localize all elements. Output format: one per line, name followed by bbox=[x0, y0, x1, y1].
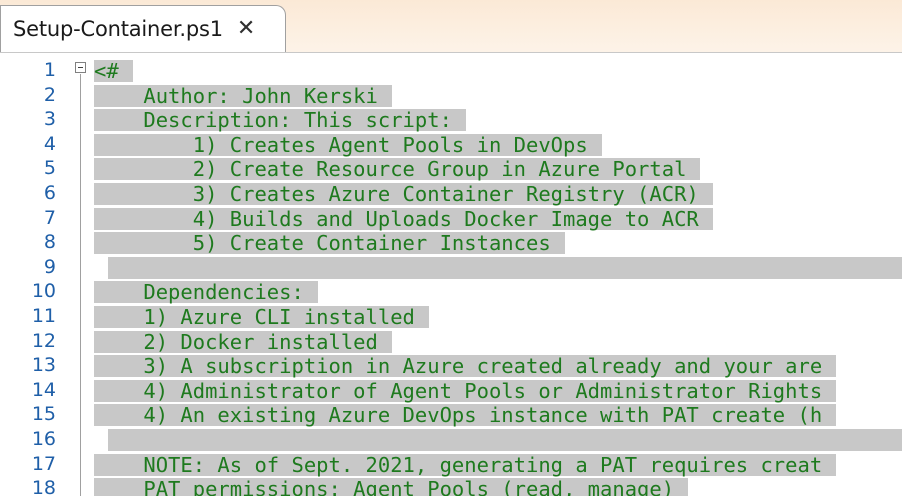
code-text: 2) Create Resource Group in Azure Portal bbox=[94, 158, 701, 181]
line-number: 15 bbox=[31, 403, 56, 426]
line-number: 6 bbox=[43, 182, 56, 204]
line-number: 11 bbox=[31, 305, 56, 327]
tab-title: Setup-Container.ps1 bbox=[13, 17, 223, 41]
code-line: 6 3) Creates Azure Container Registry (A… bbox=[0, 181, 902, 206]
line-number: 5 bbox=[43, 157, 56, 180]
code-text: Dependencies: bbox=[94, 281, 318, 304]
code-line: 14 4) Administrator of Agent Pools or Ad… bbox=[0, 378, 902, 403]
code-text bbox=[108, 256, 902, 279]
line-number: 7 bbox=[43, 206, 56, 229]
line-number: 9 bbox=[43, 255, 56, 278]
code-text: <# bbox=[94, 60, 133, 82]
code-text: 4) An existing Azure DevOps instance wit… bbox=[94, 404, 837, 427]
code-line: 11 1) Azure CLI installed bbox=[0, 304, 902, 329]
code-text: 1) Azure CLI installed bbox=[94, 306, 429, 328]
code-line: 1 <# bbox=[0, 58, 902, 83]
line-number: 1 bbox=[43, 59, 56, 81]
code-text: 4) Builds and Uploads Docker Image to AC… bbox=[94, 207, 713, 230]
code-text: NOTE: As of Sept. 2021, generating a PAT… bbox=[94, 453, 837, 476]
code-line: 7 4) Builds and Uploads Docker Image to … bbox=[0, 206, 902, 231]
code-text: Author: John Kerski bbox=[94, 84, 392, 107]
close-icon[interactable]: ✕ bbox=[237, 18, 255, 40]
code-text: 3) A subscription in Azure created alrea… bbox=[94, 355, 837, 378]
line-number: 14 bbox=[31, 378, 56, 401]
line-number: 16 bbox=[31, 428, 56, 450]
line-number: 10 bbox=[31, 280, 56, 303]
code-line: 5 2) Create Resource Group in Azure Port… bbox=[0, 156, 902, 181]
tab-setup-container[interactable]: Setup-Container.ps1 ✕ bbox=[0, 5, 286, 52]
code-text: 5) Create Container Instances bbox=[94, 232, 565, 255]
line-number: 13 bbox=[31, 354, 56, 377]
line-number: 18 bbox=[31, 477, 56, 496]
code-text: 4) Administrator of Agent Pools or Admin… bbox=[94, 379, 837, 402]
code-line: 3 Description: This script: bbox=[0, 107, 902, 132]
code-line: 4 1) Creates Agent Pools in DevOps bbox=[0, 132, 902, 157]
code-text: 2) Docker installed bbox=[94, 330, 392, 353]
code-text bbox=[108, 429, 902, 451]
line-number: 2 bbox=[43, 83, 56, 106]
line-number: 8 bbox=[43, 231, 56, 254]
code-line: 18 PAT permissions: Agent Pools (read, m… bbox=[0, 476, 902, 496]
line-number: 12 bbox=[31, 329, 56, 352]
code-line: 2 Author: John Kerski bbox=[0, 83, 902, 108]
code-line: 12 2) Docker installed bbox=[0, 329, 902, 354]
code-text: PAT permissions: Agent Pools (read, mana… bbox=[94, 478, 689, 496]
code-line: 17 NOTE: As of Sept. 2021, generating a … bbox=[0, 452, 902, 477]
tab-bar: Setup-Container.ps1 ✕ bbox=[0, 0, 902, 53]
line-number: 3 bbox=[43, 108, 56, 131]
line-number: 4 bbox=[43, 132, 56, 155]
code-editor[interactable]: 1 <# 2 Author: John Kerski 3 Description:… bbox=[0, 52, 902, 496]
code-line: 9 bbox=[0, 255, 902, 280]
code-line: 15 4) An existing Azure DevOps instance … bbox=[0, 402, 902, 427]
code-line: 13 3) A subscription in Azure created al… bbox=[0, 353, 902, 378]
code-text: Description: This script: bbox=[94, 109, 466, 132]
code-text: 1) Creates Agent Pools in DevOps bbox=[94, 133, 602, 156]
code-line: 10 Dependencies: bbox=[0, 279, 902, 304]
code-text: 3) Creates Azure Container Registry (ACR… bbox=[94, 183, 713, 205]
code-line: 8 5) Create Container Instances bbox=[0, 230, 902, 255]
code-line: 16 bbox=[0, 427, 902, 452]
line-number: 17 bbox=[31, 452, 56, 475]
